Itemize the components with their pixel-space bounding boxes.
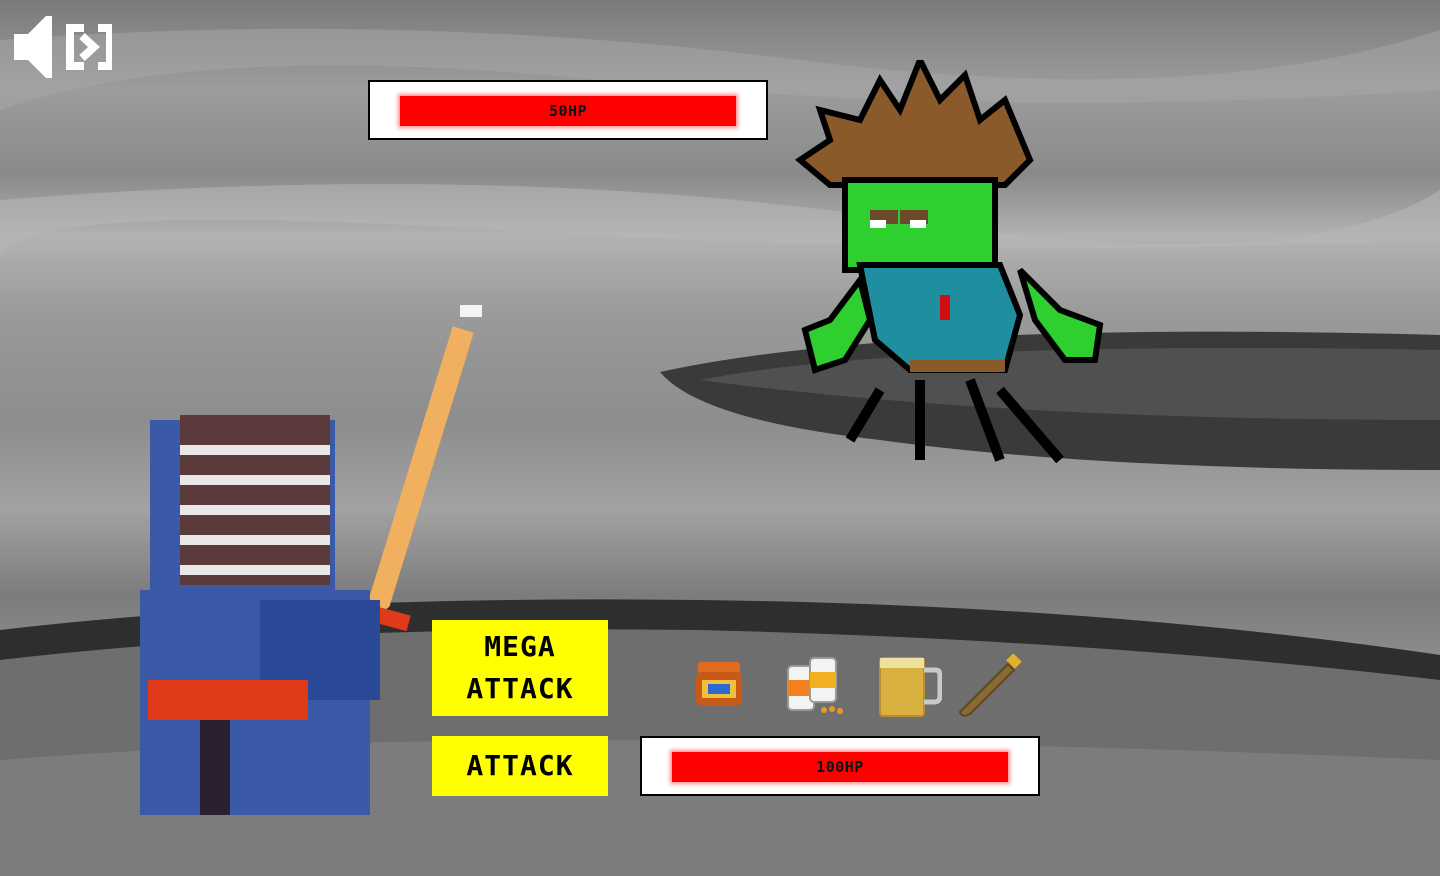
zombie-enemy	[794, 60, 1104, 464]
enemy-hp-bar: 50HP	[400, 96, 736, 126]
liquor-bottle-icon[interactable]	[958, 654, 1024, 718]
mega-attack-label-line1: MEGA	[484, 630, 556, 663]
sound-toggle-icon[interactable]	[14, 16, 114, 78]
attack-label: ATTACK	[466, 749, 574, 782]
player-hp-panel: 100HP	[640, 736, 1040, 796]
tiger-balm-jar-icon[interactable]	[694, 660, 744, 708]
beer-mug-icon[interactable]	[878, 654, 942, 718]
enemy-hp-label: 50HP	[548, 102, 588, 120]
pill-bottles-icon[interactable]	[780, 654, 846, 716]
player-hp-bar: 100HP	[672, 752, 1008, 782]
mega-attack-button[interactable]: MEGA ATTACK	[432, 620, 608, 716]
attack-button[interactable]: ATTACK	[432, 736, 608, 796]
enemy-hp-panel: 50HP	[368, 80, 768, 140]
player-hp-label: 100HP	[816, 758, 864, 776]
battle-scene: 50HP MEGA ATTACK ATTACK 100HP	[0, 0, 1440, 876]
mega-attack-label-line2: ATTACK	[466, 672, 574, 705]
